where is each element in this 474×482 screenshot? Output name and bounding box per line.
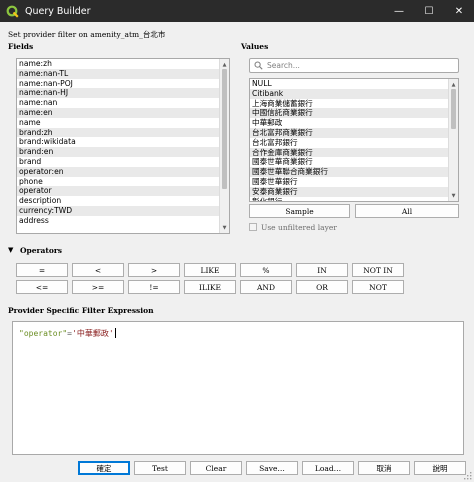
list-item[interactable]: 國泰世華聯合商業銀行 (250, 167, 458, 177)
help-button[interactable]: 說明 (414, 461, 466, 475)
list-item[interactable]: brand:en (17, 147, 229, 157)
values-search-input[interactable]: Search... (249, 58, 459, 73)
operators-label: Operators (20, 246, 63, 255)
search-placeholder: Search... (267, 61, 300, 70)
fields-list[interactable]: name:zh name:nan-TL name:nan-POJ name:nan-H… (16, 58, 230, 234)
list-item[interactable]: 台北富邦銀行 (250, 138, 458, 148)
operator-button[interactable]: < (72, 263, 124, 277)
operator-button[interactable]: >= (72, 280, 124, 294)
operator-button[interactable]: = (16, 263, 68, 277)
list-item[interactable]: 國泰世華商業銀行 (250, 157, 458, 167)
expression-field: "operator" (19, 329, 68, 338)
use-unfiltered-checkbox[interactable] (249, 223, 257, 231)
provider-filter-label: Set provider filter on amenity_atm_台北市 (8, 30, 166, 39)
sample-button[interactable]: Sample (249, 204, 350, 218)
list-item[interactable]: name:nan (17, 98, 229, 108)
operator-button[interactable]: > (128, 263, 180, 277)
list-item[interactable]: 合作金庫商業銀行 (250, 147, 458, 158)
expression-code: "operator"='中華郵政' (19, 328, 116, 339)
list-item[interactable]: 上海商業儲蓄銀行 (250, 99, 458, 109)
operator-button[interactable]: NOT IN (352, 263, 404, 277)
operator-button[interactable]: != (128, 280, 180, 294)
operator-button[interactable]: AND (240, 280, 292, 294)
expression-label: Provider Specific Filter Expression (8, 306, 154, 315)
list-item[interactable]: operator (17, 186, 229, 197)
scroll-thumb[interactable] (451, 89, 456, 129)
operator-button[interactable]: NOT (352, 280, 404, 294)
scroll-down-icon[interactable]: ▼ (220, 223, 229, 232)
list-item[interactable]: brand:wikidata (17, 137, 229, 147)
scroll-up-icon[interactable]: ▲ (449, 80, 458, 89)
list-item[interactable]: name:en (17, 107, 229, 118)
expression-value: '中華郵政' (72, 329, 114, 338)
cancel-button[interactable]: 取消 (358, 461, 410, 475)
list-item[interactable]: name:nan-POJ (17, 79, 229, 89)
list-item[interactable]: operator:en (17, 166, 229, 177)
use-unfiltered-label: Use unfiltered layer (261, 223, 337, 232)
load-button[interactable]: Load… (302, 461, 354, 475)
list-item[interactable]: 中華郵政 (250, 118, 458, 128)
text-caret (114, 328, 116, 338)
test-button[interactable]: Test (134, 461, 186, 475)
operator-button[interactable]: ILIKE (184, 280, 236, 294)
expression-editor[interactable]: "operator"='中華郵政' (12, 321, 464, 455)
fields-label: Fields (8, 42, 34, 51)
operator-button[interactable]: IN (296, 263, 348, 277)
scroll-up-icon[interactable]: ▲ (220, 60, 229, 69)
list-item[interactable]: name (17, 118, 229, 128)
values-scrollbar[interactable]: ▲ ▼ (448, 79, 458, 201)
search-icon (254, 61, 263, 70)
list-item[interactable]: 彰化銀行 (250, 197, 458, 201)
close-icon[interactable]: ✕ (444, 0, 474, 22)
list-item[interactable]: description (17, 196, 229, 206)
resize-grip-icon[interactable] (464, 472, 472, 480)
list-item[interactable]: phone (17, 177, 229, 187)
list-item[interactable]: currency:TWD (17, 205, 229, 216)
list-item[interactable]: brand:zh (17, 127, 229, 138)
list-item[interactable]: 國泰世華銀行 (250, 177, 458, 187)
operator-button[interactable]: <= (16, 280, 68, 294)
list-item[interactable]: 安泰商業銀行 (250, 186, 458, 197)
operator-button[interactable]: % (240, 263, 292, 277)
list-item[interactable]: address (17, 216, 229, 226)
save-button[interactable]: Save… (246, 461, 298, 475)
operator-button[interactable]: OR (296, 280, 348, 294)
list-item[interactable]: name:nan-HJ (17, 88, 229, 99)
list-item[interactable]: name:nan-TL (17, 68, 229, 79)
scroll-thumb[interactable] (222, 69, 227, 189)
scroll-down-icon[interactable]: ▼ (449, 191, 458, 200)
values-label: Values (241, 42, 269, 51)
window-title: Query Builder (25, 5, 91, 17)
maximize-icon[interactable]: ☐ (414, 0, 444, 22)
operator-button[interactable]: LIKE (184, 263, 236, 277)
clear-button[interactable]: Clear (190, 461, 242, 475)
list-item[interactable]: 中國信託商業銀行 (250, 108, 458, 119)
fields-scrollbar[interactable]: ▲ ▼ (219, 59, 229, 233)
collapse-arrow-icon[interactable]: ▼ (8, 246, 13, 254)
list-item[interactable]: brand (17, 157, 229, 167)
list-item[interactable]: Citibank (250, 88, 458, 99)
minimize-icon[interactable]: — (384, 0, 414, 22)
all-button[interactable]: All (355, 204, 459, 218)
list-item[interactable]: name:zh (17, 59, 229, 69)
title-bar: Query Builder — ☐ ✕ (0, 0, 474, 22)
list-item[interactable]: NULL (250, 79, 458, 89)
list-item[interactable]: 台北富邦商業銀行 (250, 127, 458, 138)
ok-button[interactable]: 確定 (78, 461, 130, 475)
values-list[interactable]: NULL Citibank 上海商業儲蓄銀行 中國信託商業銀行 中華郵政 台北富邦商業銀行… (249, 78, 459, 202)
qgis-logo-icon (5, 4, 19, 18)
